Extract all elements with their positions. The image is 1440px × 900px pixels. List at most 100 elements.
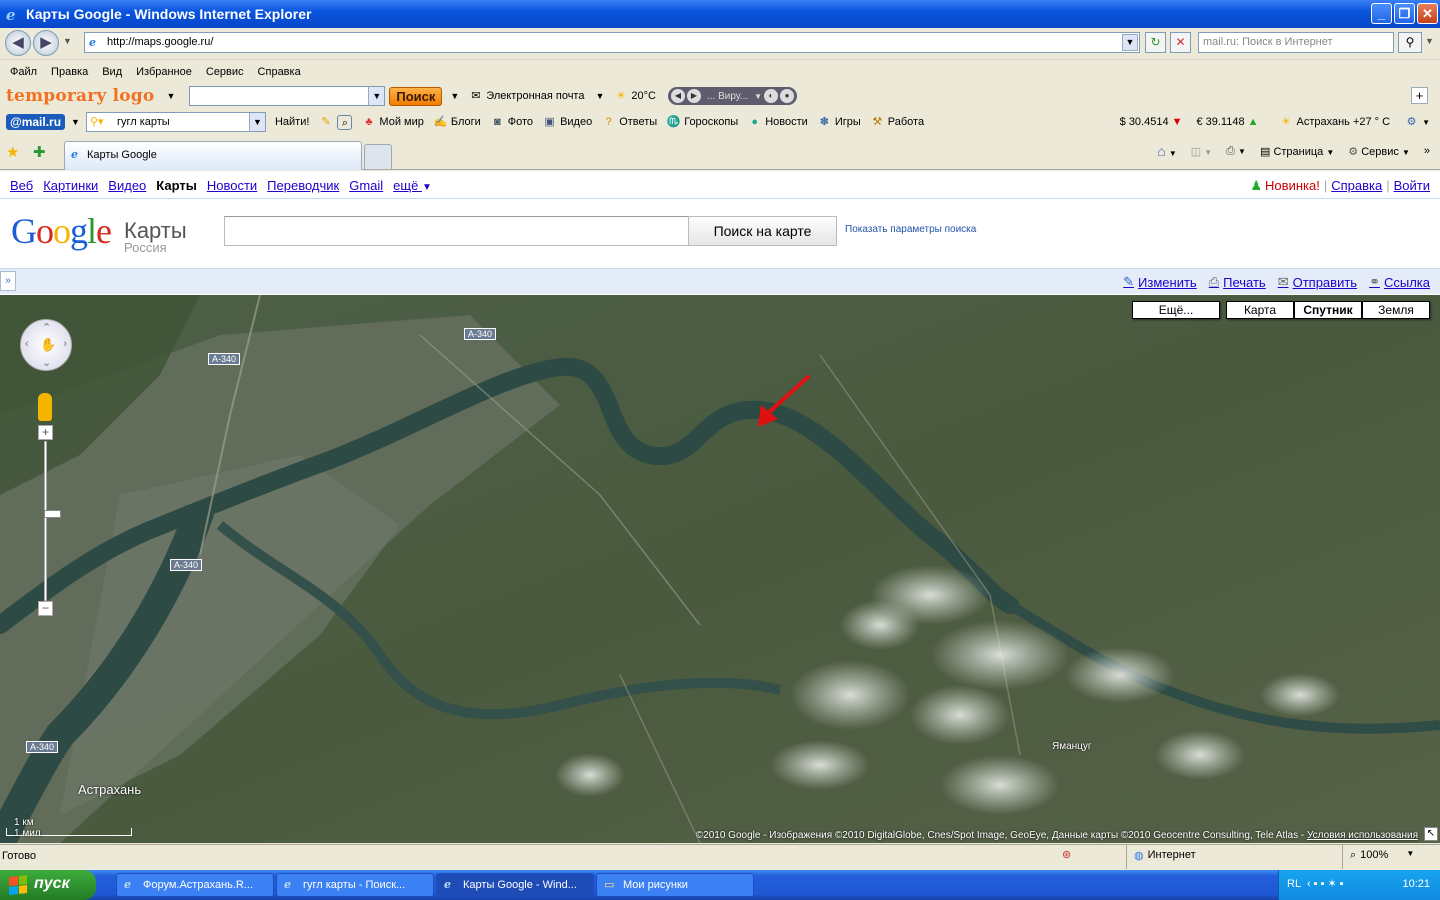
usd-rate[interactable]: $ 30.4514 ▼ bbox=[1120, 116, 1183, 128]
link-news[interactable]: ● Новости bbox=[747, 115, 807, 130]
map-type-map[interactable]: Карта bbox=[1226, 301, 1294, 319]
logo-dropdown-icon[interactable]: ▼ bbox=[166, 91, 175, 101]
pan-right-icon[interactable]: › bbox=[63, 338, 67, 350]
new-feature-link[interactable]: ♟ Новинка! bbox=[1250, 178, 1319, 194]
prev-icon[interactable]: ◀ bbox=[670, 89, 685, 103]
map-search-input[interactable] bbox=[224, 216, 690, 246]
zoom-track[interactable] bbox=[44, 441, 61, 601]
link-blogs[interactable]: ✍ Блоги bbox=[433, 115, 481, 130]
menu-edit[interactable]: Правка bbox=[51, 66, 88, 78]
volume-icon[interactable]: ◐ bbox=[764, 89, 779, 103]
address-dropdown-icon[interactable]: ▼ bbox=[1122, 34, 1138, 51]
menu-help[interactable]: Справка bbox=[258, 66, 301, 78]
link-link[interactable]: ⚭ Ссылка bbox=[1369, 274, 1430, 290]
forward-button[interactable]: ▶ bbox=[33, 30, 59, 56]
taskbar-item-active[interactable]: e Карты Google - Wind... bbox=[436, 873, 594, 897]
link-jobs[interactable]: ⚒ Работа bbox=[870, 115, 924, 130]
home-button[interactable]: ⌂ ▼ bbox=[1157, 143, 1176, 159]
play-icon[interactable]: ▶ bbox=[686, 89, 701, 103]
edit-link[interactable]: ✎ Изменить bbox=[1123, 274, 1197, 290]
history-dropdown-icon[interactable]: ▼ bbox=[63, 36, 72, 46]
gbar-web[interactable]: Веб bbox=[10, 178, 33, 193]
taskbar-item[interactable]: e гугл карты - Поиск... bbox=[276, 873, 434, 897]
link-horoscopes[interactable]: ♏ Гороскопы bbox=[666, 115, 738, 130]
zoom-slider[interactable]: + − bbox=[38, 425, 61, 619]
login-link[interactable]: Войти bbox=[1394, 178, 1430, 194]
find-button[interactable]: Найти! bbox=[275, 116, 309, 128]
favorites-star-icon[interactable]: ★ bbox=[6, 143, 19, 161]
menu-tools[interactable]: Сервис bbox=[206, 66, 244, 78]
gbar-gmail[interactable]: Gmail bbox=[349, 178, 383, 193]
gbar-news[interactable]: Новости bbox=[207, 178, 257, 193]
gbar-images[interactable]: Картинки bbox=[43, 178, 98, 193]
mailru-dropdown-icon[interactable]: ▼ bbox=[71, 117, 80, 127]
stop-button[interactable]: ✕ bbox=[1170, 32, 1191, 53]
close-button[interactable]: ✕ bbox=[1417, 3, 1438, 24]
more-commands-icon[interactable]: » bbox=[1424, 145, 1430, 157]
overview-toggle-icon[interactable]: ↖ bbox=[1424, 827, 1438, 841]
map-type-more[interactable]: Ещё... bbox=[1132, 301, 1220, 319]
language-indicator[interactable]: RL bbox=[1287, 878, 1301, 890]
player-dropdown-icon[interactable]: ▼ bbox=[754, 92, 762, 101]
protected-mode-icon[interactable]: ⊛ bbox=[1062, 848, 1071, 861]
mailru-logo[interactable]: @mail.ru bbox=[6, 114, 66, 130]
address-bar[interactable]: e http://maps.google.ru/ ▼ bbox=[84, 32, 1140, 53]
search-dropdown-icon[interactable]: ▼ bbox=[1425, 36, 1434, 46]
menu-file[interactable]: Файл bbox=[10, 66, 37, 78]
query-dropdown-icon[interactable]: ▼ bbox=[248, 113, 265, 131]
tray-icons[interactable]: ‹▪▪✶▪ bbox=[1307, 877, 1347, 890]
email-button[interactable]: ✉ Электронная почта ▼ bbox=[468, 89, 604, 104]
toolbar-search-button[interactable]: Поиск bbox=[389, 86, 443, 106]
map-type-earth[interactable]: Земля bbox=[1362, 301, 1430, 319]
toolbar-search-input[interactable]: ▼ bbox=[189, 86, 386, 106]
toolbar-logo[interactable]: temporary logo bbox=[6, 86, 154, 106]
expand-panel-icon[interactable]: » bbox=[0, 271, 16, 291]
link-video[interactable]: ▣ Видео bbox=[542, 115, 592, 130]
weather-button[interactable]: ☀ 20°C bbox=[613, 89, 656, 104]
toolbar-search-dropdown-icon[interactable]: ▼ bbox=[368, 87, 385, 105]
maximize-button[interactable]: ❐ bbox=[1394, 3, 1415, 24]
add-favorite-icon[interactable]: ✚ bbox=[33, 143, 46, 161]
find-on-page-button[interactable]: ⌕ bbox=[337, 114, 353, 130]
pan-control[interactable]: ⌃ ‹ › ⌄ ✋ bbox=[20, 319, 72, 371]
tools-menu[interactable]: ⚙ Сервис ▼ bbox=[1348, 145, 1410, 158]
help-link[interactable]: Справка bbox=[1331, 178, 1382, 194]
zoom-thumb[interactable] bbox=[44, 510, 61, 518]
gbar-video[interactable]: Видео bbox=[108, 178, 146, 193]
web-search-input[interactable]: mail.ru: Поиск в Интернет bbox=[1198, 32, 1394, 53]
menu-favorites[interactable]: Избранное bbox=[136, 66, 192, 78]
security-zone[interactable]: ◍ Интернет bbox=[1134, 849, 1196, 862]
map-type-satellite[interactable]: Спутник bbox=[1294, 301, 1362, 319]
search-options-icon[interactable]: ▼ bbox=[450, 91, 459, 101]
map-search-button[interactable]: Поиск на карте bbox=[688, 216, 837, 246]
link-myworld[interactable]: ♣ Мой мир bbox=[361, 115, 424, 130]
next-icon[interactable]: ● bbox=[780, 89, 795, 103]
gbar-more[interactable]: ещё ▼ bbox=[393, 178, 432, 193]
feeds-button[interactable]: ◫ ▼ bbox=[1191, 145, 1212, 158]
zoom-out-icon[interactable]: − bbox=[38, 601, 53, 616]
eur-rate[interactable]: € 39.1148 ▲ bbox=[1196, 116, 1258, 128]
zoom-in-icon[interactable]: + bbox=[38, 425, 53, 440]
search-go-icon[interactable]: ⚲ bbox=[1398, 32, 1422, 53]
toolbar-add-icon[interactable]: + bbox=[1411, 87, 1428, 104]
pan-down-icon[interactable]: ⌄ bbox=[42, 356, 51, 369]
page-menu[interactable]: ▤ Страница ▼ bbox=[1260, 145, 1334, 158]
pan-left-icon[interactable]: ‹ bbox=[25, 338, 29, 350]
weather-widget[interactable]: ☀ Астрахань +27 ° C bbox=[1278, 115, 1390, 130]
clock[interactable]: 10:21 bbox=[1402, 878, 1430, 890]
tab-google-maps[interactable]: e Карты Google bbox=[64, 141, 362, 170]
back-button[interactable]: ◀ bbox=[5, 30, 31, 56]
print-link[interactable]: ⎙ Печать bbox=[1209, 274, 1266, 290]
taskbar-item[interactable]: e Форум.Астрахань.R... bbox=[116, 873, 274, 897]
link-photo[interactable]: ◙ Фото bbox=[490, 115, 533, 130]
window-titlebar[interactable]: e Карты Google - Windows Internet Explor… bbox=[0, 0, 1440, 28]
link-answers[interactable]: ? Ответы bbox=[601, 115, 658, 130]
print-button[interactable]: ⎙ ▼ bbox=[1226, 145, 1246, 158]
zoom-level[interactable]: ⌕ 100% ▼ bbox=[1350, 849, 1414, 862]
new-tab-button[interactable] bbox=[364, 144, 392, 169]
street-view-pegman-icon[interactable] bbox=[38, 393, 52, 421]
show-search-options-link[interactable]: Показать параметры поиска bbox=[845, 224, 976, 235]
gbar-translate[interactable]: Переводчик bbox=[267, 178, 339, 193]
taskbar-item[interactable]: ▭ Мои рисунки bbox=[596, 873, 754, 897]
menu-view[interactable]: Вид bbox=[102, 66, 122, 78]
